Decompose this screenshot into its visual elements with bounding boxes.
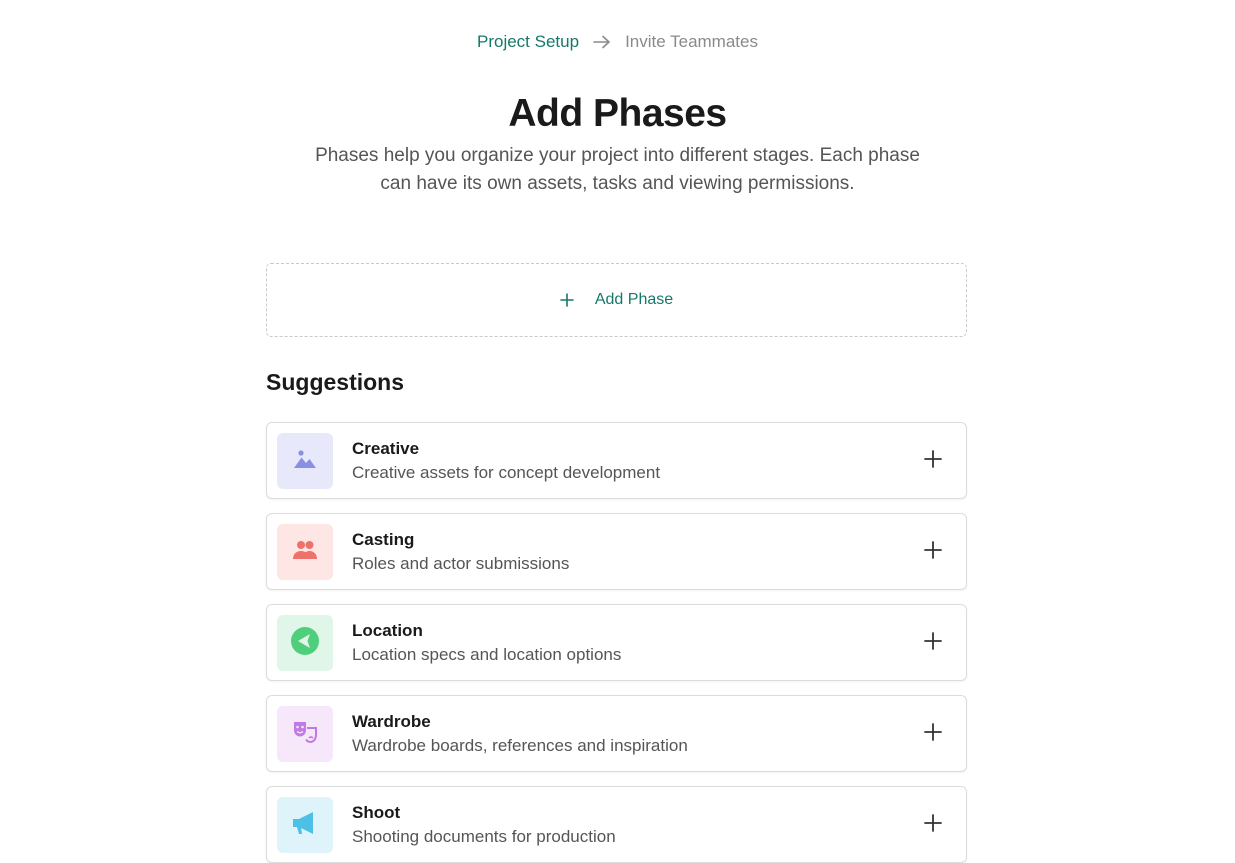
suggestion-name: Wardrobe [352,712,431,731]
people-icon [292,539,318,566]
theater-masks-icon [292,719,318,750]
megaphone-icon [291,810,319,841]
plus-icon [924,449,942,473]
location-arrow-icon [290,626,320,661]
page-title: Add Phases [508,92,727,135]
image-icon [293,447,317,476]
page-subtitle: Phases help you organize your project in… [315,145,920,194]
plus-icon [924,540,942,564]
suggestion-card-shoot[interactable]: Shoot Shooting documents for production [266,786,967,863]
suggestion-icon-tile [277,797,333,853]
add-phase-label: Add Phase [594,291,674,308]
breadcrumb: Project Setup Invite Teammates [0,29,1235,55]
add-phase-button[interactable]: Add Phase [266,263,967,337]
suggestion-description: Roles and actor submissions [352,554,570,573]
add-suggestion-button[interactable] [920,448,946,474]
add-suggestion-button[interactable] [920,630,946,656]
add-suggestion-button[interactable] [920,812,946,838]
plus-icon [924,813,942,837]
suggestion-name: Casting [352,530,415,549]
suggestion-name: Location [352,621,423,640]
plus-icon [924,631,942,655]
suggestion-icon-tile [277,433,333,489]
suggestion-description: Location specs and location options [352,645,622,664]
suggestion-name: Creative [352,439,420,458]
suggestion-icon-tile [277,706,333,762]
arrow-right-icon [593,35,611,49]
suggestion-description: Shooting documents for production [352,827,616,846]
plus-icon [924,722,942,746]
add-suggestion-button[interactable] [920,721,946,747]
breadcrumb-project-setup[interactable]: Project Setup [477,32,579,52]
add-suggestion-button[interactable] [920,539,946,565]
suggestion-card-creative[interactable]: Creative Creative assets for concept dev… [266,422,967,499]
suggestion-description: Wardrobe boards, references and inspirat… [352,736,688,755]
suggestion-icon-tile [277,615,333,671]
plus-icon [560,293,574,307]
suggestion-description: Creative assets for concept development [352,463,661,482]
suggestion-card-casting[interactable]: Casting Roles and actor submissions [266,513,967,590]
suggestion-card-location[interactable]: Location Location specs and location opt… [266,604,967,681]
suggestions-heading: Suggestions [266,369,405,395]
suggestion-card-wardrobe[interactable]: Wardrobe Wardrobe boards, references and… [266,695,967,772]
suggestion-icon-tile [277,524,333,580]
suggestion-name: Shoot [352,803,401,822]
breadcrumb-invite-teammates[interactable]: Invite Teammates [625,32,758,52]
